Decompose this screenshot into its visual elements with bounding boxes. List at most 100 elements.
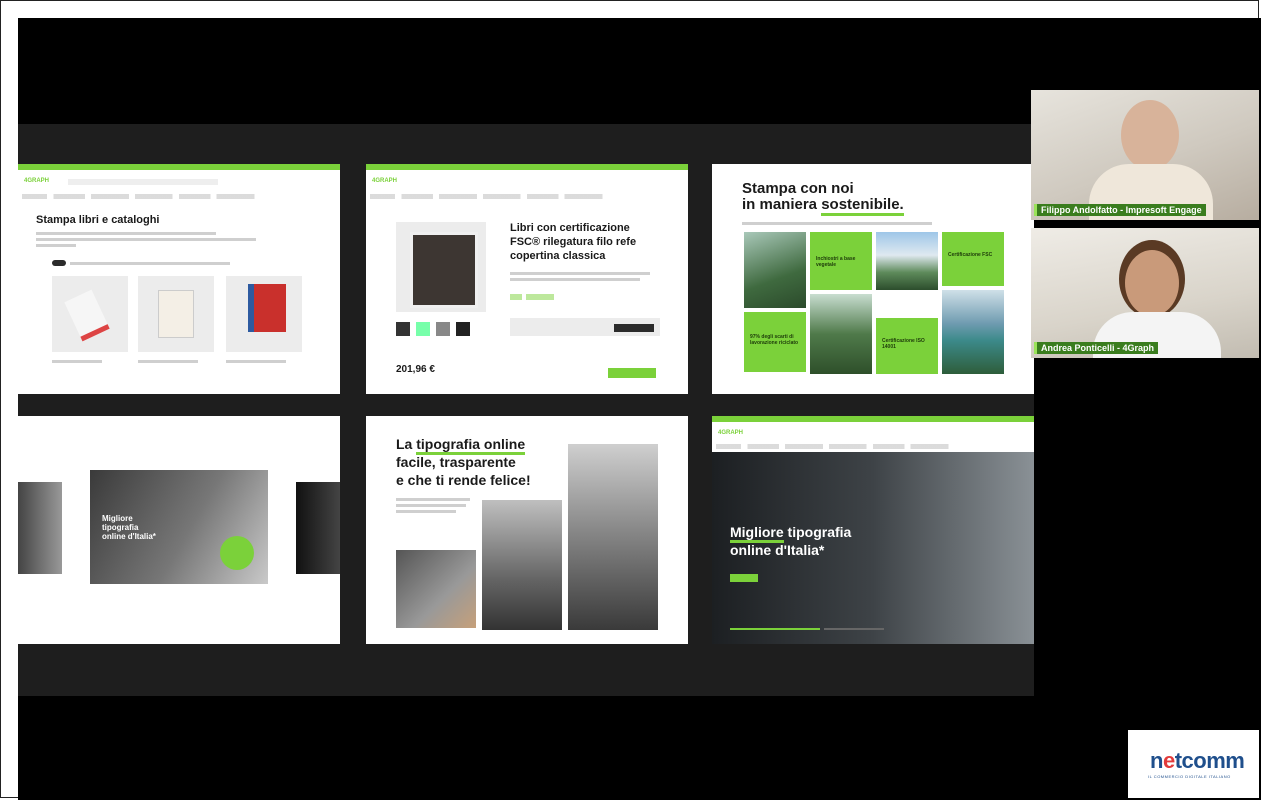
headline-line-2: in maniera sostenibile. xyxy=(742,196,904,216)
body-text xyxy=(396,498,470,501)
hero-cta-circle xyxy=(220,536,254,570)
promo-bar xyxy=(18,164,340,170)
headline-line-1: Stampa con noi xyxy=(742,180,854,197)
product-gallery xyxy=(396,222,486,312)
body-text xyxy=(396,504,466,507)
thumb-tipografia-felice: La tipografia online facile, trasparente… xyxy=(366,416,688,644)
nav-menu xyxy=(22,194,336,199)
filter-bar xyxy=(70,262,230,265)
site-logo: 4GRAPH xyxy=(718,430,744,436)
product-card xyxy=(226,276,302,352)
hero-line-2: online d'Italia* xyxy=(730,542,825,558)
tile-text: Inchiostri a base vegetale xyxy=(816,256,856,268)
product-title-1: Libri con certificazione xyxy=(510,222,630,234)
badge xyxy=(510,294,522,300)
netcomm-wordmark: netcomm xyxy=(1150,748,1245,774)
tile-text: Certificazione ISO 14001 xyxy=(882,338,925,350)
forest-photo xyxy=(744,232,806,308)
hero-photo: Migliore tipografia online d'Italia* xyxy=(90,470,268,584)
thumb-homepage-hero: 4GRAPH Migliore tipografia online d'Ital… xyxy=(712,416,1034,644)
headline-plain: La xyxy=(396,436,417,452)
headline-highlight: tipografia online xyxy=(416,436,526,455)
tile-text: Certificazione FSC xyxy=(948,252,993,258)
headline-line-2: facile, trasparente xyxy=(396,454,516,470)
thumb-libri-fsc: 4GRAPH Libri con certificazione FSC® ril… xyxy=(366,164,688,394)
nav-menu xyxy=(370,194,684,199)
product-card xyxy=(138,276,214,352)
headline-highlight: sostenibile. xyxy=(821,196,904,216)
search-bar xyxy=(68,179,218,185)
page-title: Stampa libri e cataloghi xyxy=(36,214,160,226)
side-photo-left xyxy=(18,482,62,574)
wordmark-rest: tcomm xyxy=(1174,748,1245,773)
netcomm-logo: netcomm IL COMMERCIO DIGITALE ITALIANO xyxy=(1128,730,1259,798)
side-photo-right xyxy=(296,482,340,574)
add-to-cart-button xyxy=(608,368,656,378)
headline-highlight: Migliore xyxy=(730,524,784,543)
worker-photo xyxy=(482,500,562,630)
book-image xyxy=(158,290,194,338)
product-title-2: FSC® rilegatura filo refe xyxy=(510,236,637,248)
card-text xyxy=(52,360,102,363)
tile-vegetale: Inchiostri a base vegetale xyxy=(810,232,872,290)
lake-photo xyxy=(942,290,1004,374)
intro-text xyxy=(36,244,76,247)
filter-chip xyxy=(52,260,66,266)
site-logo: 4GRAPH xyxy=(372,178,398,184)
thumb xyxy=(416,322,430,336)
site-logo: 4GRAPH xyxy=(24,178,50,184)
hero-line-1: Migliore tipografia xyxy=(730,524,852,543)
wordmark-n: n xyxy=(1150,748,1163,773)
card-text xyxy=(138,360,198,363)
hero-cta-button xyxy=(730,574,758,582)
netcomm-tagline: IL COMMERCIO DIGITALE ITALIANO xyxy=(1148,774,1231,779)
thumb xyxy=(436,322,450,336)
promo-bar xyxy=(366,164,688,170)
config-button xyxy=(614,324,654,332)
nav-menu xyxy=(716,444,1030,449)
worker-photo xyxy=(568,444,658,630)
headline-line-3: e che ti rende felice! xyxy=(396,472,531,488)
thumb-hero-photo: Migliore tipografia online d'Italia* xyxy=(18,416,340,644)
headline-plain: in maniera xyxy=(742,196,822,213)
participant-head xyxy=(1121,100,1179,170)
thumb-sostenibile: Stampa con noi in maniera sostenibile. I… xyxy=(712,164,1034,394)
tile-riciclato: 97% degli scarti di lavorazione riciclat… xyxy=(744,312,806,372)
catalog-image xyxy=(64,289,110,342)
participant-name: Andrea Ponticelli - 4Graph xyxy=(1034,342,1159,354)
book-cover xyxy=(410,232,478,308)
card-text xyxy=(226,360,286,363)
body-text xyxy=(396,510,456,513)
badge xyxy=(526,294,554,300)
participant-video-1: Filippo Andolfatto - Impresoft Engage xyxy=(1031,90,1259,220)
thumb xyxy=(456,322,470,336)
worker-photo xyxy=(396,550,476,628)
participant-head xyxy=(1125,250,1179,316)
hero-progress-track xyxy=(824,628,884,630)
presentation-slide: 4GRAPH Stampa libri e cataloghi 4GRAPH L… xyxy=(18,124,1034,696)
hero-progress xyxy=(730,628,820,630)
trees-photo xyxy=(810,294,872,374)
tile-iso: Certificazione ISO 14001 xyxy=(876,318,938,374)
description xyxy=(510,272,650,275)
wordmark-e: e xyxy=(1162,748,1175,773)
product-title-3: copertina classica xyxy=(510,250,606,262)
headline-line-1: La tipografia online xyxy=(396,436,526,455)
subtitle xyxy=(742,222,932,225)
mountain-photo xyxy=(876,232,938,290)
price: 201,96 € xyxy=(396,364,435,375)
magazine-image xyxy=(248,284,286,332)
thumb xyxy=(396,322,410,336)
intro-text xyxy=(36,238,256,241)
intro-text xyxy=(36,232,216,235)
tile-text: 97% degli scarti di lavorazione riciclat… xyxy=(750,334,799,346)
product-card xyxy=(52,276,128,352)
participant-name: Filippo Andolfatto - Impresoft Engage xyxy=(1034,204,1206,216)
participant-video-2: Andrea Ponticelli - 4Graph xyxy=(1031,228,1259,358)
hero-headline: Migliore tipografia online d'Italia* xyxy=(102,514,156,541)
thumb-stampa-libri: 4GRAPH Stampa libri e cataloghi xyxy=(18,164,340,394)
site-header: 4GRAPH xyxy=(712,422,1034,452)
tile-fsc: Certificazione FSC xyxy=(942,232,1004,286)
headline-plain: tipografia xyxy=(783,524,852,540)
description xyxy=(510,278,640,281)
